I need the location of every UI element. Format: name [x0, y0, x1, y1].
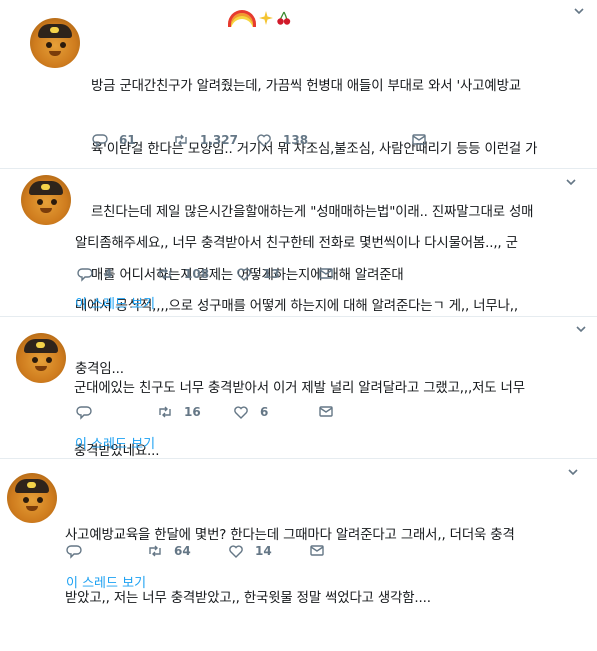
reply-count: 61 [119, 133, 136, 147]
tweet[interactable]: 알티좀해주세요,, 너무 충격받아서 친구한테 전화로 몇번씩이나 다시물어봄.… [0, 169, 597, 377]
avatar[interactable] [16, 333, 66, 383]
retweet-button[interactable]: 16 [157, 404, 201, 420]
show-thread-link[interactable]: 이 스레드 보기 [75, 433, 155, 452]
tweet-text: 사고예방교육을 한달에 몇번? 한다는데 그때마다 알려준다고 그래서,, 더더… [65, 483, 515, 651]
like-icon [229, 545, 243, 558]
like-icon [237, 268, 251, 281]
show-thread-link[interactable]: 이 스레드 보기 [75, 293, 155, 312]
like-count: 138 [283, 133, 309, 147]
reply-button[interactable] [66, 543, 93, 559]
like-icon [234, 406, 248, 419]
retweet-icon [159, 268, 171, 280]
chevron-down-icon[interactable] [574, 322, 588, 336]
show-thread-link[interactable]: 이 스레드 보기 [66, 572, 146, 591]
like-count: 13 [263, 267, 280, 281]
retweet-icon [175, 134, 187, 146]
retweet-button[interactable]: 108 [157, 266, 209, 282]
like-button[interactable]: 138 [256, 132, 308, 148]
dm-icon[interactable] [318, 265, 334, 281]
retweet-count: 64 [174, 544, 191, 558]
chevron-down-icon[interactable] [566, 465, 580, 479]
tweet[interactable]: 사고예방교육을 한달에 몇번? 한다는데 그때마다 알려준다고 그래서,, 더더… [0, 459, 597, 606]
tweet[interactable]: 군대에있는 친구도 너무 충격받아서 이거 제발 널리 알려달라고 그랬고,,,… [0, 317, 597, 459]
like-icon [257, 134, 271, 147]
reply-count: 4 [104, 267, 113, 281]
retweet-count: 1,327 [200, 133, 238, 147]
reply-icon [77, 268, 93, 282]
retweet-icon [149, 545, 161, 557]
avatar[interactable] [21, 175, 71, 225]
reply-icon [66, 545, 82, 559]
like-count: 14 [255, 544, 272, 558]
retweet-icon [159, 406, 171, 418]
dm-icon[interactable] [309, 542, 325, 558]
retweet-count: 108 [184, 267, 210, 281]
tweet-text-line: 알티좀해주세요,, 너무 충격받아서 친구한테 전화로 몇번씩이나 다시물어봄.… [75, 236, 518, 251]
dm-icon[interactable] [411, 131, 427, 147]
like-button[interactable]: 6 [233, 404, 268, 420]
reply-button[interactable]: 4 [77, 266, 112, 282]
tweet[interactable]: 방금 군대간친구가 알려줬는데, 가끔씩 헌병대 애들이 부대로 와서 '사고예… [0, 0, 597, 283]
retweet-button[interactable]: 64 [147, 543, 191, 559]
like-count: 6 [260, 405, 269, 419]
tweet-text-line: 군대에있는 친구도 너무 충격받아서 이거 제발 널리 알려달라고 그랬고,,,… [74, 381, 525, 396]
reply-icon [76, 406, 92, 420]
like-button[interactable]: 14 [228, 543, 272, 559]
dm-icon[interactable] [318, 403, 334, 419]
avatar[interactable] [30, 18, 80, 68]
tweet-text-line: 받았고,, 저는 너무 충격받았고,, 한국윗물 정말 썩었다고 생각함.... [65, 591, 431, 606]
chevron-down-icon[interactable] [564, 175, 578, 189]
reply-icon [92, 134, 108, 148]
retweet-button[interactable]: 1,327 [173, 132, 238, 148]
tweet-text-line: 방금 군대간친구가 알려줬는데, 가끔씩 헌병대 애들이 부대로 와서 '사고예… [91, 79, 521, 94]
chevron-down-icon[interactable] [572, 4, 586, 18]
avatar[interactable] [7, 473, 57, 523]
reply-button[interactable] [76, 404, 103, 420]
retweet-count: 16 [184, 405, 201, 419]
like-button[interactable]: 13 [236, 266, 280, 282]
tweet-actions: 61 1,327 138 [92, 132, 392, 150]
reply-button[interactable]: 61 [92, 132, 136, 148]
